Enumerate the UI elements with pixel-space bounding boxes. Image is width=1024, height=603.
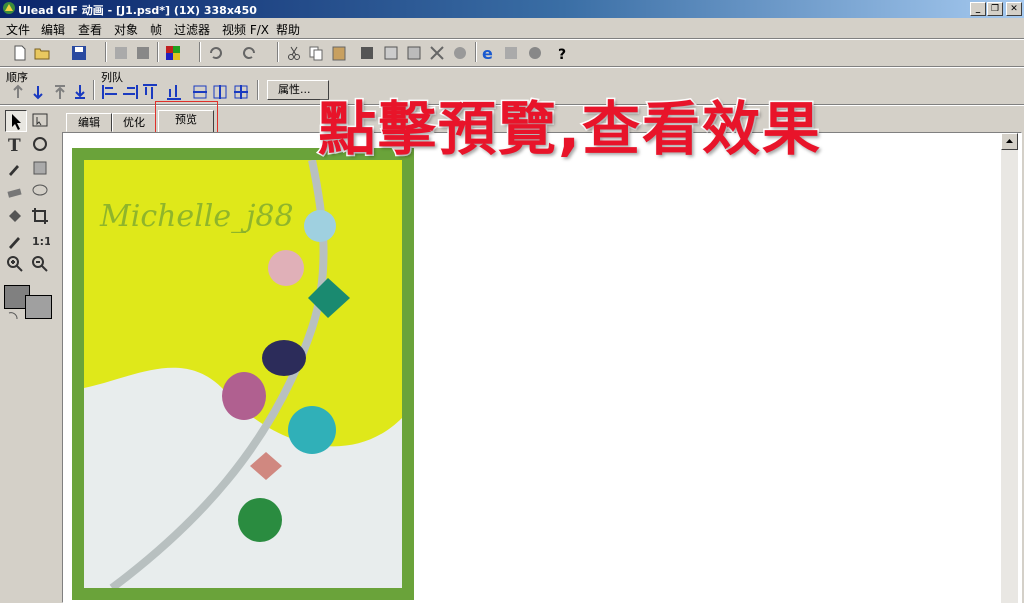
actual-size-icon[interactable]: 1:1: [30, 230, 52, 252]
send-to-back-icon[interactable]: [71, 83, 89, 101]
zoom-out-icon[interactable]: [30, 254, 52, 276]
preview-image: Michelle_j88: [72, 148, 414, 600]
center-horizontal-icon[interactable]: [211, 83, 229, 101]
effects-icon[interactable]: [451, 44, 469, 62]
undo-icon[interactable]: [206, 44, 224, 62]
menu-frame[interactable]: 帧: [150, 21, 162, 38]
app-icon: [3, 2, 15, 14]
tab-optimize[interactable]: 优化: [112, 113, 156, 132]
tab-edit[interactable]: 编辑: [66, 113, 112, 132]
scroll-up-button[interactable]: [1001, 133, 1018, 150]
divider: [0, 38, 1024, 40]
fill-tool-icon[interactable]: [5, 206, 27, 228]
palette-icon[interactable]: [164, 44, 182, 62]
save-icon[interactable]: [70, 44, 88, 62]
watermark-text: Michelle_j88: [99, 199, 294, 234]
open-folder-icon[interactable]: [33, 44, 51, 62]
bead: [238, 498, 282, 542]
window-title: Ulead GIF 动画 - [J1.psd*] (1X) 338x450: [18, 4, 257, 17]
menu-object[interactable]: 对象: [114, 21, 138, 38]
separator: [257, 80, 259, 100]
new-file-icon[interactable]: [11, 44, 29, 62]
align-bottom-icon[interactable]: [165, 83, 183, 101]
send-backward-icon[interactable]: [29, 83, 47, 101]
tween-icon[interactable]: [428, 44, 446, 62]
annotation-text: 點擊預覽,查看效果: [316, 94, 823, 165]
eyedropper-tool-icon[interactable]: [5, 230, 27, 252]
bead: [304, 210, 336, 242]
restore-button[interactable]: ❐: [987, 2, 1003, 16]
menu-edit[interactable]: 编辑: [41, 21, 65, 38]
redo-icon[interactable]: [241, 44, 259, 62]
ellipse-tool-icon[interactable]: [30, 134, 52, 156]
copy-icon[interactable]: [307, 44, 325, 62]
import-icon[interactable]: [112, 44, 130, 62]
center-vertical-icon[interactable]: [191, 83, 209, 101]
eraser-tool-icon[interactable]: [5, 182, 27, 204]
export-icon[interactable]: [134, 44, 152, 62]
bead: [268, 250, 304, 286]
cut-icon[interactable]: [285, 44, 303, 62]
svg-text:?: ?: [558, 47, 566, 62]
bead: [288, 406, 336, 454]
minimize-button[interactable]: _: [970, 2, 986, 16]
bead: [262, 340, 306, 376]
bead: [222, 372, 266, 420]
divider: [0, 66, 1024, 68]
main-toolbar: e ?: [0, 41, 1024, 65]
marquee-tool-icon[interactable]: [30, 110, 52, 132]
browser-preview-icon[interactable]: e: [480, 44, 498, 62]
separator: [105, 42, 107, 62]
separator: [157, 42, 159, 62]
pattern-tool-icon[interactable]: [30, 158, 52, 180]
align-left-icon[interactable]: [101, 83, 119, 101]
pointer-tool-icon[interactable]: [5, 110, 27, 132]
brush-tool-icon[interactable]: [5, 158, 27, 180]
menu-bar: 文件 编辑 查看 对象 帧 过滤器 视频 F/X 帮助: [0, 18, 1024, 38]
menu-view[interactable]: 查看: [78, 21, 102, 38]
settings-icon[interactable]: [526, 44, 544, 62]
swap-colors-icon[interactable]: [7, 310, 19, 322]
zoom-in-icon[interactable]: [5, 254, 27, 276]
menu-video-fx[interactable]: 视频 F/X: [222, 21, 269, 38]
layer-icon[interactable]: [382, 44, 400, 62]
image-icon[interactable]: [405, 44, 423, 62]
title-bar: Ulead GIF 动画 - [J1.psd*] (1X) 338x450 _ …: [0, 0, 1024, 18]
optimize-icon[interactable]: [502, 44, 520, 62]
menu-help[interactable]: 帮助: [276, 21, 300, 38]
align-right-icon[interactable]: [121, 83, 139, 101]
paste-icon[interactable]: [330, 44, 348, 62]
align-top-icon[interactable]: [141, 83, 159, 101]
lasso-tool-icon[interactable]: [30, 182, 52, 204]
tool-panel: T 1:1: [0, 108, 58, 603]
background-color-swatch[interactable]: [25, 295, 52, 319]
separator: [277, 42, 279, 62]
bring-forward-icon[interactable]: [9, 83, 27, 101]
separator: [199, 42, 201, 62]
svg-text:T: T: [8, 136, 21, 154]
separator: [93, 80, 95, 100]
svg-text:1:1: 1:1: [32, 235, 50, 248]
help-icon[interactable]: ?: [555, 44, 573, 62]
menu-filter[interactable]: 过滤器: [174, 21, 210, 38]
close-button[interactable]: ✕: [1006, 2, 1022, 16]
svg-text:e: e: [482, 44, 493, 62]
menu-file[interactable]: 文件: [6, 21, 30, 38]
bring-to-front-icon[interactable]: [51, 83, 69, 101]
vertical-scrollbar[interactable]: [1001, 133, 1018, 603]
frame-icon[interactable]: [358, 44, 376, 62]
text-tool-icon[interactable]: T: [5, 134, 27, 156]
crop-tool-icon[interactable]: [30, 206, 52, 228]
separator: [475, 42, 477, 62]
center-both-icon[interactable]: [232, 83, 250, 101]
